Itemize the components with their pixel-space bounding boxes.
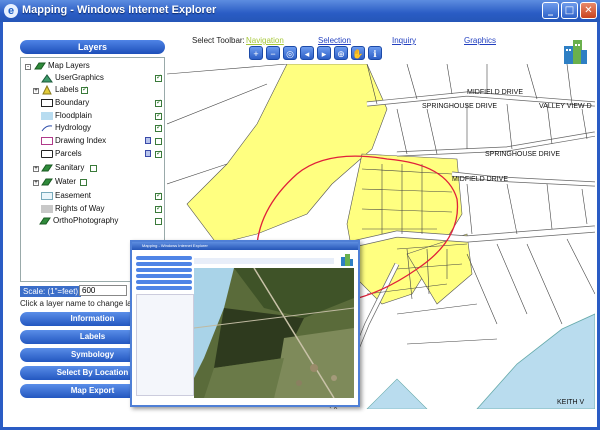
layer-label-hydrology[interactable]: Hydrology [55,122,91,134]
user-graphics-icon [41,74,53,83]
layer-label-parcels[interactable]: Parcels [55,148,82,160]
layer-label-floodplain[interactable]: Floodplain [55,110,92,122]
layer-label-rights-of-way[interactable]: Rights of Way [55,203,105,215]
layer-checkbox-easement[interactable] [155,191,162,200]
layer-checkbox-drawing-index[interactable] [155,138,162,145]
hydrology-line-icon [41,125,53,132]
layer-checkbox-labels[interactable] [81,85,88,94]
full-extent-icon[interactable]: ◎ [283,46,297,60]
sanitary-group-icon [41,164,53,172]
collapse-icon[interactable]: - [25,64,31,70]
map-label: KEITH V [557,399,585,406]
labels-icon [42,85,52,95]
layer-checkbox-usergraphics[interactable] [155,73,162,82]
layer-checkbox-water[interactable] [80,179,87,186]
identify-icon[interactable]: ℹ [368,46,382,60]
tab-navigation[interactable]: Navigation [246,36,284,45]
inset-aerial-photo [194,268,354,398]
inset-menu-bar [136,286,192,290]
inset-logo-icon [341,254,353,266]
layer-label-drawing-index[interactable]: Drawing Index [55,135,106,147]
toolbar-label: Select Toolbar: [192,36,245,45]
tab-selection[interactable]: Selection [318,36,351,45]
layer-hint-text: Click a layer name to change lay [20,299,136,308]
buildings-logo-icon [564,40,587,64]
layer-properties-icon[interactable] [145,137,151,144]
expand-icon[interactable]: + [33,166,39,172]
boundary-swatch-icon [41,99,53,107]
layers-header[interactable]: Layers [20,40,165,54]
ie-logo-icon: e [4,4,18,18]
inset-menu-bar [136,280,192,284]
map-label: SPRINGHOUSE DRIVE [422,103,497,110]
layer-label-easement[interactable]: Easement [55,190,91,202]
expand-icon[interactable]: + [33,88,39,94]
inset-screenshot: Mapping - Windows Internet Explorer [130,240,360,407]
layer-label-labels[interactable]: Labels [55,84,79,96]
drawing-index-swatch-icon [41,137,53,145]
layer-label-boundary[interactable]: Boundary [55,97,89,109]
water-group-icon [41,178,53,186]
inset-menu-bar [136,274,192,278]
window-title: Mapping - Windows Internet Explorer [22,4,217,16]
layer-label-usergraphics[interactable]: UserGraphics [55,72,104,84]
maximize-button[interactable]: □ [561,2,578,19]
layer-checkbox-sanitary[interactable] [90,165,97,172]
expand-icon[interactable]: + [33,180,39,186]
scale-input[interactable]: 600 [79,285,127,296]
layer-label-orthophotography[interactable]: OrthoPhotography [53,215,118,227]
tab-inquiry[interactable]: Inquiry [392,36,416,45]
parcels-swatch-icon [41,150,53,158]
layer-checkbox-rights-of-way[interactable] [155,204,162,213]
previous-extent-icon[interactable]: ◂ [300,46,314,60]
orthophoto-icon [39,217,51,225]
floodplain-swatch-icon [41,112,53,120]
inset-menu-bar [136,268,192,272]
minimize-button[interactable]: _ [542,2,559,19]
layer-checkbox-hydrology[interactable] [155,123,162,132]
inset-form-panel [136,294,194,396]
map-label: MIDFIELD DRIVE [452,176,508,183]
easement-swatch-icon [41,192,53,200]
layer-group-icon [34,62,46,70]
zoom-in-icon[interactable]: + [249,46,263,60]
pan-hand-icon[interactable]: ✋ [351,46,365,60]
tab-graphics[interactable]: Graphics [464,36,496,45]
layer-checkbox-orthophotography[interactable] [155,218,162,225]
inset-menu-bar [136,256,192,260]
layer-label-sanitary[interactable]: Sanitary [55,162,84,174]
layer-checkbox-boundary[interactable] [155,98,162,107]
layer-checkbox-floodplain[interactable] [155,111,162,120]
zoom-out-icon[interactable]: − [266,46,280,60]
map-label: MIDFIELD DRIVE [467,89,523,96]
layer-properties-icon[interactable] [145,150,151,157]
map-label: SPRINGHOUSE DRIVE [485,151,560,158]
close-button[interactable]: ✕ [580,2,597,19]
window-titlebar: e Mapping - Windows Internet Explorer _ … [0,0,600,22]
layer-label-map-layers[interactable]: Map Layers [48,60,90,72]
inset-menu-bar [136,262,192,266]
inset-title: Mapping - Windows Internet Explorer [132,242,358,250]
center-map-icon[interactable]: ⊕ [334,46,348,60]
layer-label-water[interactable]: Water [55,176,76,188]
scale-label: Scale: (1"=feet) [20,286,82,297]
layer-checkbox-parcels[interactable] [155,149,162,158]
inset-toolbar [194,258,334,264]
rights-of-way-swatch-icon [41,205,53,213]
next-extent-icon[interactable]: ▸ [317,46,331,60]
map-label: VALLEY VIEW D [539,103,592,110]
